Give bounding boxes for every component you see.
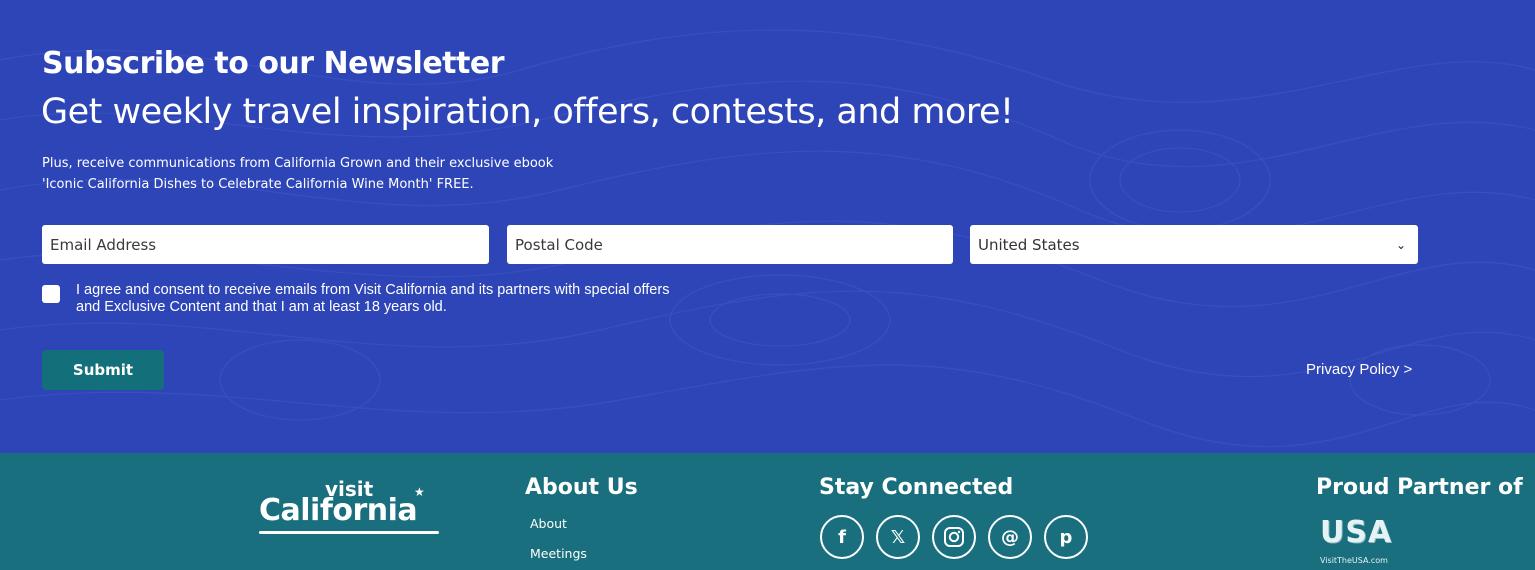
country-select[interactable]: United States ⌄: [970, 225, 1418, 264]
consent-label: I agree and consent to receive emails fr…: [76, 282, 670, 315]
proud-partner-heading: Proud Partner of: [1316, 475, 1523, 500]
usa-logo-url: VisitTheUSA.com: [1320, 556, 1388, 565]
stay-connected-heading: Stay Connected: [819, 475, 1014, 500]
privacy-policy-link[interactable]: Privacy Policy >: [1306, 361, 1412, 378]
submit-button[interactable]: Submit: [42, 350, 164, 390]
footer-link-about[interactable]: About: [530, 516, 567, 531]
visit-california-logo[interactable]: visit ★ California: [255, 477, 445, 537]
logo-california-text: California: [259, 493, 418, 528]
email-field[interactable]: [42, 225, 489, 264]
footer-link-meetings[interactable]: Meetings: [530, 546, 587, 561]
newsletter-title: Subscribe to our Newsletter: [42, 46, 505, 81]
country-select-value: United States: [978, 235, 1080, 254]
description-line-2: 'Iconic California Dishes to Celebrate C…: [42, 177, 474, 192]
email-input[interactable]: [50, 235, 481, 254]
x-icon[interactable]: 𝕏: [876, 515, 920, 559]
visit-the-usa-logo[interactable]: USA VisitTheUSA.com: [1320, 515, 1410, 569]
newsletter-subtitle: Get weekly travel inspiration, offers, c…: [41, 92, 1014, 132]
about-us-heading: About Us: [525, 475, 638, 500]
usa-logo-text: USA: [1320, 515, 1393, 550]
site-footer: visit ★ California About Us About Meetin…: [0, 453, 1535, 570]
newsletter-section: Subscribe to our Newsletter Get weekly t…: [0, 0, 1535, 453]
threads-icon[interactable]: @: [988, 515, 1032, 559]
newsletter-description: Plus, receive communications from Califo…: [42, 153, 553, 195]
pinterest-icon[interactable]: p: [1044, 515, 1088, 559]
description-line-1: Plus, receive communications from Califo…: [42, 156, 554, 171]
chevron-down-icon: ⌄: [1395, 237, 1406, 252]
logo-underline: [259, 531, 439, 534]
consent-checkbox[interactable]: [42, 285, 60, 303]
postal-code-input[interactable]: [515, 235, 945, 254]
facebook-icon[interactable]: f: [820, 515, 864, 559]
consent-row: I agree and consent to receive emails fr…: [42, 282, 676, 316]
instagram-icon[interactable]: [932, 515, 976, 559]
social-links: f 𝕏 @ p: [820, 515, 1088, 559]
postal-code-field[interactable]: [507, 225, 953, 264]
